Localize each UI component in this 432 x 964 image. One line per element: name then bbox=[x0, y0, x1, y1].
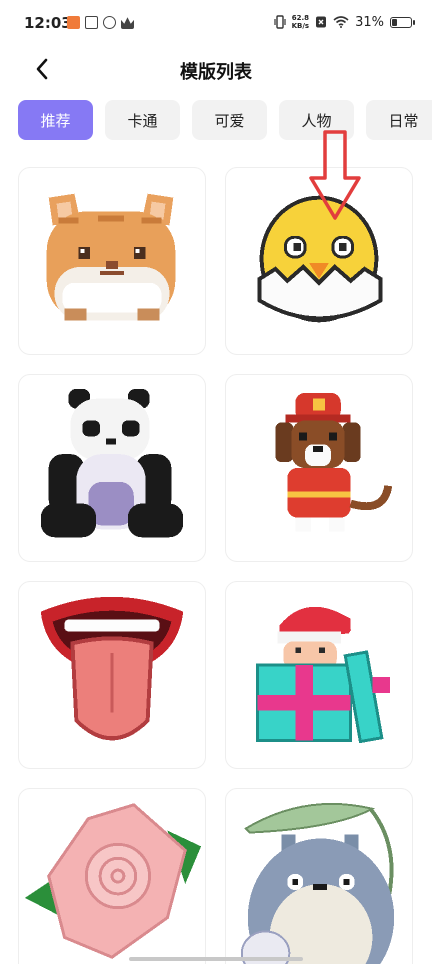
network-speed: 62.8 KB/s bbox=[291, 14, 310, 30]
pixel-panda-icon bbox=[40, 388, 184, 538]
header: 模版列表 bbox=[0, 50, 432, 88]
notification-box-icon bbox=[85, 16, 98, 29]
pixel-gift-elf-icon bbox=[256, 606, 391, 744]
status-notification-icons bbox=[67, 16, 134, 29]
pixel-totoro-icon bbox=[240, 802, 395, 964]
pixel-mouth-tongue-icon bbox=[40, 596, 184, 741]
tab-daily[interactable]: 日常 bbox=[366, 100, 432, 140]
battery-percent: 31% bbox=[355, 14, 384, 30]
pixel-hamster-icon bbox=[46, 193, 176, 321]
battery-fill bbox=[392, 18, 397, 26]
notification-link-icon bbox=[103, 16, 116, 29]
status-bar: 12:03 62.8 KB/s 31% bbox=[0, 0, 432, 50]
status-time: 12:03 bbox=[24, 14, 72, 32]
no-sim-icon bbox=[316, 16, 327, 28]
notification-app-icon bbox=[67, 16, 80, 29]
status-right: 62.8 KB/s 31% bbox=[274, 14, 415, 30]
tab-recommended[interactable]: 推荐 bbox=[18, 100, 93, 140]
battery-icon bbox=[390, 16, 415, 28]
vibrate-icon bbox=[274, 15, 286, 29]
template-card[interactable] bbox=[18, 374, 206, 562]
template-card[interactable] bbox=[225, 788, 413, 964]
template-card[interactable] bbox=[225, 374, 413, 562]
wifi-icon bbox=[333, 16, 349, 28]
arrow-down-icon bbox=[309, 130, 361, 220]
pixel-rose-icon bbox=[24, 803, 202, 959]
template-card[interactable] bbox=[225, 581, 413, 769]
crown-icon bbox=[121, 17, 134, 29]
tab-cute[interactable]: 可爱 bbox=[192, 100, 267, 140]
template-card[interactable] bbox=[18, 581, 206, 769]
pixel-firefighter-dog-icon bbox=[275, 392, 393, 532]
page-title: 模版列表 bbox=[180, 62, 252, 83]
tab-cartoon[interactable]: 卡通 bbox=[105, 100, 180, 140]
template-card[interactable] bbox=[18, 788, 206, 964]
category-tabs: 推荐 卡通 可爱 人物 日常 bbox=[18, 100, 432, 140]
home-indicator[interactable] bbox=[129, 957, 303, 961]
template-card[interactable] bbox=[18, 167, 206, 355]
